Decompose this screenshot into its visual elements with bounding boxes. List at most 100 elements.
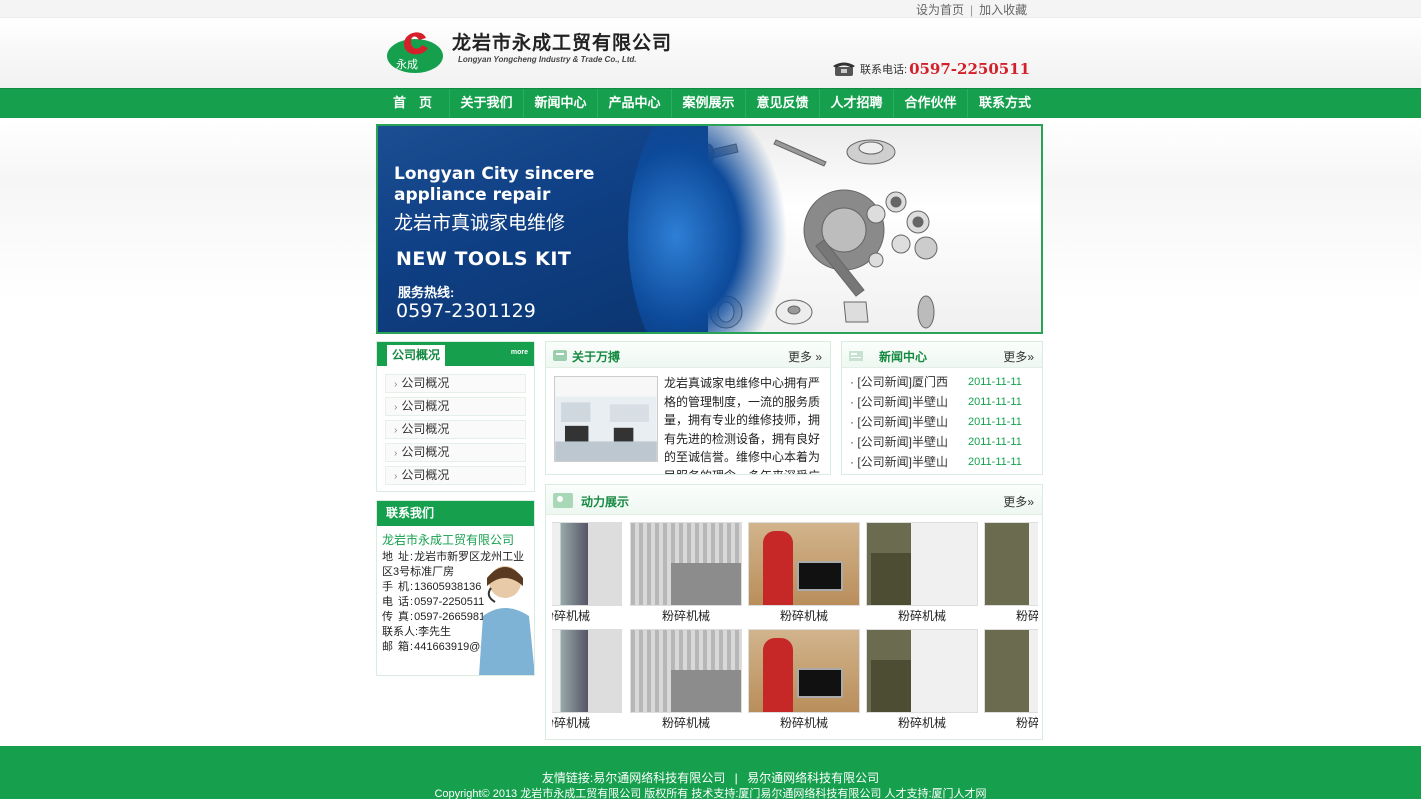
showcase-item[interactable]: 粉碎机械 <box>748 522 860 624</box>
news-item-date: 2011-11-11 <box>968 456 1022 468</box>
news-item[interactable]: · [公司新闻]半壁山 2011-11-11 <box>850 392 1042 412</box>
news-item-title-text: [公司新闻]半壁山 <box>857 395 949 409</box>
telephone-icon <box>833 62 855 76</box>
company-name-cn: 龙岩市永成工贸有限公司 <box>452 32 673 54</box>
nav-feedback[interactable]: 意见反馈 <box>746 89 820 118</box>
showcase-item[interactable]: 粉碎机械 <box>984 629 1038 731</box>
nav-home[interactable]: 首 页 <box>376 89 450 118</box>
overview-item[interactable]: › 公司概况 <box>385 443 526 462</box>
nav-products[interactable]: 产品中心 <box>598 89 672 118</box>
tel-value: 0597-2250511 <box>414 596 485 608</box>
customer-service-image <box>479 566 534 675</box>
showcase-item[interactable]: 粉碎机械 <box>552 629 622 731</box>
double-chevron-icon: » <box>1027 495 1034 509</box>
showcase-photo <box>630 522 742 606</box>
nav-cases[interactable]: 案例展示 <box>672 89 746 118</box>
showcase-caption: 粉碎机械 <box>552 716 590 730</box>
company-overview-more[interactable]: more <box>511 349 528 356</box>
arrow-right-icon: › <box>394 379 398 390</box>
banner-kit: NEW TOOLS KIT <box>396 248 572 270</box>
site-header: 永成 龙岩市永成工贸有限公司 Longyan Yongcheng Industr… <box>0 18 1421 88</box>
news-item[interactable]: · [公司新闻]半壁山 2011-11-11 <box>850 432 1042 452</box>
banner-title-en: Longyan City sincere appliance repair <box>394 164 594 206</box>
overview-item[interactable]: › 公司概况 <box>385 397 526 416</box>
showcase-item[interactable]: 粉碎机械 <box>866 522 978 624</box>
photo-detail <box>671 670 741 712</box>
about-more-label: 更多 <box>787 350 812 364</box>
fax-value: 0597-2665981 <box>414 611 486 623</box>
news-item-date: 2011-11-11 <box>968 396 1022 408</box>
news-item-date: 2011-11-11 <box>968 416 1022 428</box>
banner-hotline-label: 服务热线: <box>398 285 455 300</box>
showcase-item[interactable]: 粉碎机械 <box>866 629 978 731</box>
arrow-right-icon: › <box>394 425 398 436</box>
footer-link[interactable]: 易尔通网络科技有限公司 <box>747 771 879 785</box>
footer-link[interactable]: 易尔通网络科技有限公司 <box>593 771 725 785</box>
about-title: 关于万搏 <box>572 350 621 364</box>
news-item-title: · [公司新闻]半壁山 <box>850 415 949 429</box>
nav-contact[interactable]: 联系方式 <box>968 89 1042 118</box>
showcase-photo <box>748 629 860 713</box>
showcase-photo <box>552 522 622 606</box>
footer-links-label: 友情链接: <box>541 771 594 785</box>
top-links-separator: | <box>970 3 974 17</box>
main-nav: 首 页 关于我们 新闻中心 产品中心 案例展示 意见反馈 人才招聘 合作伙伴 联… <box>0 88 1421 118</box>
news-section: 新闻中心 更多» · [公司新闻]厦门西 2011-11-11 · [公司新闻]半… <box>841 341 1043 475</box>
news-more-link[interactable]: 更多» <box>1003 348 1034 365</box>
showcase-section: 动力展示 更多» 粉碎机械 粉碎机械 粉碎机械 粉碎机械 粉碎机械 粉碎机械 <box>545 484 1043 740</box>
banner-hotline: 0597-2301129 <box>396 300 536 322</box>
about-header: 关于万搏 更多 » <box>546 342 830 368</box>
showcase-photo <box>866 522 978 606</box>
showcase-more-link[interactable]: 更多» <box>1003 493 1034 510</box>
nav-news[interactable]: 新闻中心 <box>524 89 598 118</box>
set-homepage-link[interactable]: 设为首页 <box>916 3 964 17</box>
contact-panel: 联系我们 龙岩市永成工贸有限公司 地 址:龙岩市新罗区龙州工业区3号标准厂房 手… <box>376 500 535 676</box>
hero-banner[interactable]: Longyan City sincere appliance repair 龙岩… <box>376 124 1043 334</box>
overview-item[interactable]: › 公司概况 <box>385 420 526 439</box>
top-bar: 设为首页 | 加入收藏 <box>0 0 1421 18</box>
showcase-caption: 粉碎机械 <box>661 716 710 730</box>
photo-monitor <box>797 561 843 591</box>
showcase-item[interactable]: 粉碎机械 <box>552 522 622 624</box>
news-item-title-text: [公司新闻]半壁山 <box>857 435 949 449</box>
about-more-link[interactable]: 更多 » <box>788 348 822 365</box>
company-logo[interactable]: 永成 <box>386 26 444 74</box>
news-item[interactable]: · [公司新闻]半壁山 2011-11-11 <box>850 452 1042 472</box>
newspaper-icon <box>849 351 863 361</box>
company-overview-panel: 公司概况 more › 公司概况 › 公司概况 › 公司概况 › 公司概况 › 公司概况 <box>376 341 535 492</box>
nav-about[interactable]: 关于我们 <box>450 89 524 118</box>
news-item-title: · [公司新闻]半壁山 <box>850 435 949 449</box>
news-item[interactable]: · [公司新闻]半壁山 2011-11-11 <box>850 412 1042 432</box>
nav-partners[interactable]: 合作伙伴 <box>894 89 968 118</box>
overview-item-label: 公司概况 <box>401 445 450 459</box>
email-label: 邮 箱: <box>382 641 415 653</box>
showcase-item[interactable]: 粉碎机械 <box>984 522 1038 624</box>
overview-item[interactable]: › 公司概况 <box>385 466 526 485</box>
nav-jobs[interactable]: 人才招聘 <box>820 89 894 118</box>
news-item-title-text: [公司新闻]半壁山 <box>857 415 949 429</box>
overview-item[interactable]: › 公司概况 <box>385 374 526 393</box>
news-item-title-text: [公司新闻]厦门西 <box>857 375 949 389</box>
showcase-caption: 粉碎机械 <box>1015 716 1038 730</box>
showcase-title: 动力展示 <box>581 495 630 509</box>
person-label: 联系人: <box>382 626 419 638</box>
showcase-item[interactable]: 粉碎机械 <box>630 522 742 624</box>
news-title: 新闻中心 <box>879 350 928 364</box>
showcase-photo <box>984 629 1038 713</box>
news-item-date: 2011-11-11 <box>968 436 1022 448</box>
company-name-en: Longyan Yongcheng Industry & Trade Co., … <box>458 55 637 64</box>
add-favorite-link[interactable]: 加入收藏 <box>979 3 1027 17</box>
banner-title-line2: appliance repair <box>394 185 551 205</box>
showcase-photo <box>630 629 742 713</box>
showcase-item[interactable]: 粉碎机械 <box>630 629 742 731</box>
about-section: 关于万搏 更多 » 龙岩真诚家电维修中心拥有严格的管理制度，一流的服务质量，拥有… <box>545 341 831 475</box>
photo-person <box>763 531 793 605</box>
showcase-caption: 粉碎机械 <box>779 609 828 623</box>
company-overview-title: 公司概况 <box>387 345 445 366</box>
footer-links: 友情链接:易尔通网络科技有限公司 | 易尔通网络科技有限公司 <box>0 769 1421 786</box>
showcase-item[interactable]: 粉碎机械 <box>748 629 860 731</box>
contact-title: 联系我们 <box>377 501 534 526</box>
news-item[interactable]: · [公司新闻]厦门西 2011-11-11 <box>850 372 1042 392</box>
showcase-caption: 粉碎机械 <box>552 609 590 623</box>
address-label: 地 址: <box>382 551 415 563</box>
